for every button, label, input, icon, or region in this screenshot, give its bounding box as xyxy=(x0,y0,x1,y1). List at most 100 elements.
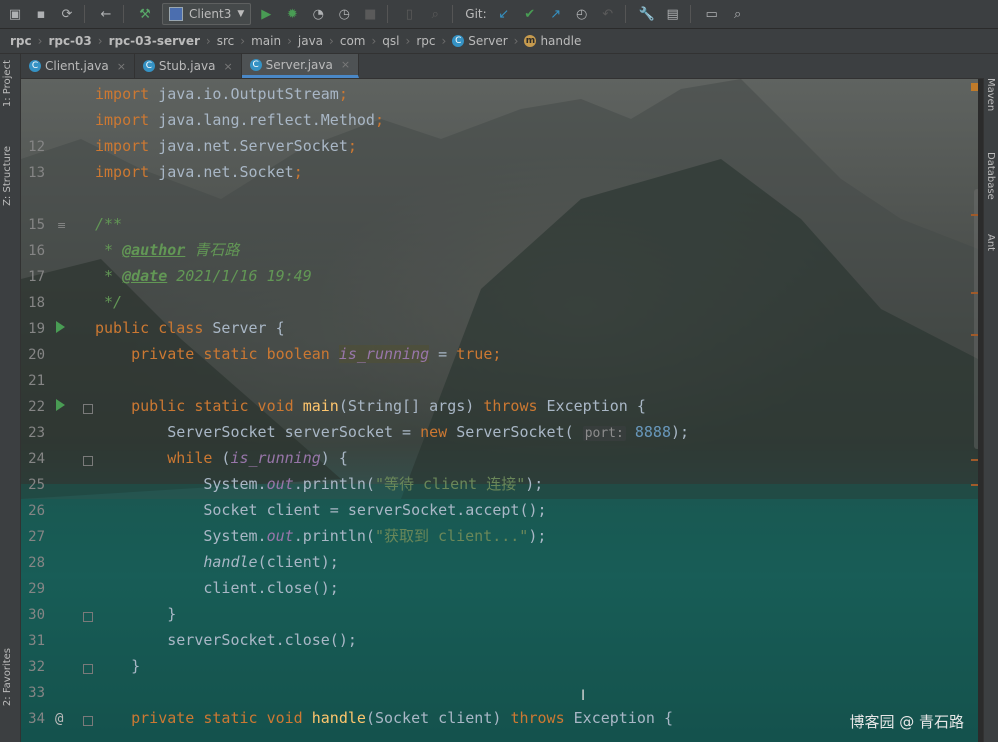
debug-icon[interactable]: ✹ xyxy=(281,3,303,25)
class-icon: C xyxy=(29,60,41,72)
code-text: .println( xyxy=(293,527,375,545)
close-icon[interactable]: × xyxy=(223,60,232,73)
code-text: Exception { xyxy=(564,709,673,727)
code-line: } xyxy=(95,653,140,679)
fold-icon[interactable] xyxy=(83,404,93,414)
keyword: import xyxy=(95,163,150,181)
favorites-tool-tab[interactable]: 2: Favorites xyxy=(2,648,13,706)
folder-icon[interactable]: ▣ xyxy=(4,3,26,25)
static-field: out xyxy=(266,475,294,493)
keyword: import xyxy=(95,85,150,103)
rollback-icon[interactable]: ↶ xyxy=(597,3,619,25)
toolbar-separator xyxy=(84,5,85,23)
code-line: import java.net.Socket; xyxy=(95,159,303,185)
fold-icon[interactable] xyxy=(83,612,93,622)
toolbar-separator xyxy=(452,5,454,23)
code-text: java.lang.reflect.Method xyxy=(149,111,375,129)
history-icon[interactable]: ◴ xyxy=(571,3,593,25)
code-text: } xyxy=(167,605,177,623)
doc-text: 2021/1/16 19:49 xyxy=(167,267,312,285)
breadcrumb-item[interactable]: java xyxy=(296,34,325,48)
save-icon[interactable]: ▪ xyxy=(30,3,52,25)
profile-icon[interactable]: ◷ xyxy=(333,3,355,25)
breadcrumb-item[interactable]: rpc xyxy=(414,34,437,48)
semicolon: ; xyxy=(338,85,348,103)
database-tool-tab[interactable]: Database xyxy=(985,152,996,200)
analysis-status-icon[interactable] xyxy=(971,83,978,91)
code-text: Socket client = serverSocket.accept(); xyxy=(203,501,547,519)
stripe-mark[interactable] xyxy=(971,459,978,461)
git-update-icon[interactable]: ↙ xyxy=(493,3,515,25)
code-text: serverSocket.close(); xyxy=(167,631,357,649)
breadcrumb-item[interactable]: src xyxy=(215,34,237,48)
code-line: System.out.println("获取到 client..."); xyxy=(95,523,546,549)
code-text: java.net.Socket xyxy=(149,163,294,181)
fold-icon[interactable] xyxy=(83,716,93,726)
sync-icon[interactable]: ⟳ xyxy=(56,3,78,25)
doc-star: * xyxy=(95,241,123,259)
run-main-icon[interactable] xyxy=(56,399,65,411)
breadcrumb-item[interactable]: main xyxy=(249,34,283,48)
line-number: 20 xyxy=(28,347,45,363)
search-structural-icon[interactable]: ⌕ xyxy=(424,3,446,25)
code-text: client.close(); xyxy=(203,579,339,597)
tab-server-java[interactable]: C Server.java × xyxy=(241,54,360,78)
window-icon[interactable]: ▭ xyxy=(701,3,723,25)
tab-client-java[interactable]: C Client.java × xyxy=(21,54,135,78)
doc-render-icon[interactable]: ≡ xyxy=(57,219,66,232)
error-stripe[interactable] xyxy=(971,79,978,742)
doc-text: 青石路 xyxy=(185,241,240,259)
breadcrumb-separator: › xyxy=(329,34,334,48)
device-icon[interactable]: ▯ xyxy=(398,3,420,25)
breadcrumb-class[interactable]: C Server xyxy=(450,34,509,48)
project-structure-icon[interactable]: ▤ xyxy=(662,3,684,25)
stripe-mark[interactable] xyxy=(971,484,978,486)
close-icon[interactable]: × xyxy=(341,58,350,71)
stop-icon[interactable]: ■ xyxy=(359,3,381,25)
code-text: ); xyxy=(528,527,547,545)
close-icon[interactable]: × xyxy=(117,60,126,73)
run-class-icon[interactable] xyxy=(56,321,65,333)
project-tool-tab[interactable]: 1: Project xyxy=(2,60,13,107)
breadcrumb-item[interactable]: rpc-03-server xyxy=(107,34,202,48)
stripe-mark[interactable] xyxy=(971,292,978,294)
breadcrumb-item[interactable]: qsl xyxy=(380,34,401,48)
run-config-icon xyxy=(169,7,183,21)
coverage-icon[interactable]: ◔ xyxy=(307,3,329,25)
line-number: 12 xyxy=(28,139,45,155)
line-number: 22 xyxy=(28,399,45,415)
code-line: */ xyxy=(95,293,123,311)
code-line: handle(client); xyxy=(95,549,338,575)
doc-tag: @date xyxy=(122,267,168,285)
field-name: is_running xyxy=(230,449,321,467)
fold-icon[interactable] xyxy=(83,664,93,674)
code-text: java.net.ServerSocket xyxy=(149,137,348,155)
stripe-mark[interactable] xyxy=(971,214,978,216)
tab-stub-java[interactable]: C Stub.java × xyxy=(135,54,242,78)
stripe-mark[interactable] xyxy=(971,334,978,336)
back-icon[interactable]: ← xyxy=(95,3,117,25)
run-config-selector[interactable]: Client3 ▼ xyxy=(162,3,252,25)
code-line: import java.lang.reflect.Method; xyxy=(95,107,384,133)
code-area[interactable]: import java.io.OutputStream; import java… xyxy=(95,79,689,727)
fold-icon[interactable] xyxy=(83,456,93,466)
settings-wrench-icon[interactable]: 🔧 xyxy=(636,3,658,25)
breadcrumb-class-label: Server xyxy=(468,34,508,48)
git-push-icon[interactable]: ↗ xyxy=(545,3,567,25)
build-hammer-icon[interactable]: ⚒ xyxy=(134,3,156,25)
git-commit-icon[interactable]: ✔ xyxy=(519,3,541,25)
maven-tool-tab[interactable]: Maven xyxy=(985,78,996,111)
search-icon[interactable]: ⌕ xyxy=(727,3,749,25)
ant-tool-tab[interactable]: Ant xyxy=(985,234,996,251)
breadcrumb-item[interactable]: com xyxy=(338,34,368,48)
run-icon[interactable]: ▶ xyxy=(255,3,277,25)
keyword: private static boolean xyxy=(131,345,330,363)
breadcrumb-item[interactable]: rpc-03 xyxy=(46,34,93,48)
code-editor[interactable]: 12 13 15 ≡ 16 17 18 19 20 21 22 23 24 25… xyxy=(21,79,978,742)
code-text: = xyxy=(429,345,457,363)
keyword: throws xyxy=(483,397,538,415)
structure-tool-tab[interactable]: Z: Structure xyxy=(2,146,13,206)
override-at-icon[interactable]: @ xyxy=(55,711,63,727)
breadcrumb-item[interactable]: rpc xyxy=(8,34,34,48)
breadcrumb-method[interactable]: m handle xyxy=(522,34,583,48)
